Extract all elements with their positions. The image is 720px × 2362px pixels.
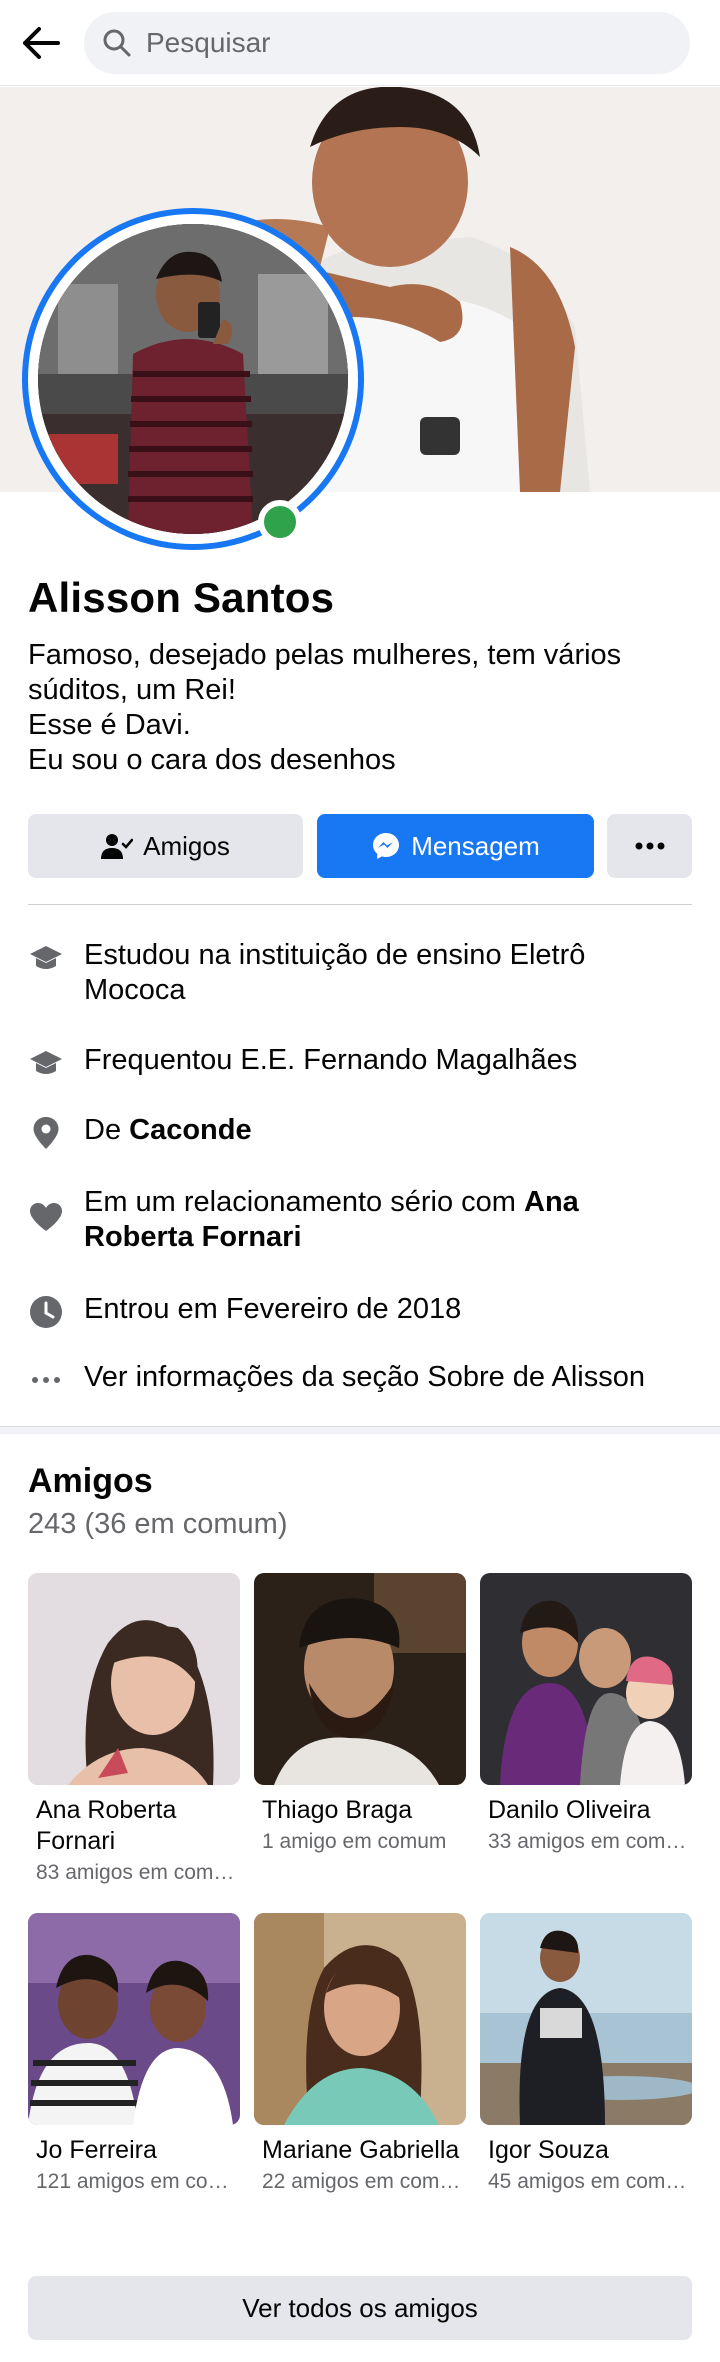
avatar-image [38, 224, 348, 534]
messenger-icon [371, 831, 401, 861]
back-arrow-icon [23, 27, 60, 59]
friend-photo [480, 1913, 692, 2125]
back-button[interactable] [14, 16, 68, 70]
friend-card[interactable]: Thiago Braga 1 amigo em comum [254, 1573, 466, 1854]
profile-bio: Famoso, desejado pelas mulheres, tem vár… [28, 638, 688, 778]
friends-section-title[interactable]: Amigos [28, 1462, 153, 1501]
info-joined-text: Entrou em Fevereiro de 2018 [84, 1293, 462, 1325]
friend-photo [28, 1913, 240, 2125]
avatar [38, 224, 348, 534]
friend-name[interactable]: Mariane Gabriella [254, 2135, 464, 2166]
friend-mutual: 121 amigos em comum [36, 2170, 238, 2193]
about-link[interactable]: Ver informações da seção Sobre de Alisso… [28, 1360, 692, 1398]
friend-name[interactable]: Igor Souza [480, 2135, 690, 2166]
clock-icon [28, 1294, 64, 1330]
info-hometown-text: De Caconde [84, 1113, 252, 1148]
see-all-friends-label: Ver todos os amigos [242, 2292, 478, 2323]
friend-photo [254, 1913, 466, 2125]
friend-name[interactable]: Jo Ferreira [28, 2135, 238, 2166]
friend-card[interactable]: Igor Souza 45 amigos em comum [480, 1913, 692, 2194]
search-input[interactable]: Pesquisar [84, 12, 690, 74]
relationship-prefix: Em um relacionamento sério com [84, 1186, 524, 1218]
bio-line: Famoso, desejado pelas mulheres, tem vár… [28, 639, 622, 671]
friends-button-label: Amigos [143, 830, 230, 861]
friend-name[interactable]: Ana Roberta Fornari [28, 1795, 238, 1857]
info-school: Frequentou E.E. Fernando Magalhães [28, 1043, 692, 1081]
hometown-prefix: De [84, 1114, 130, 1146]
info-hometown: De Caconde [28, 1113, 692, 1151]
friend-card[interactable]: Ana Roberta Fornari 83 amigos em comum [28, 1573, 240, 1885]
location-pin-icon [28, 1115, 64, 1151]
info-education-text: Estudou na instituição de ensino Eletrô … [84, 939, 586, 1006]
divider [28, 904, 692, 905]
friends-button[interactable]: Amigos [28, 814, 303, 878]
info-joined: Entrou em Fevereiro de 2018 [28, 1292, 692, 1330]
ellipsis-icon [28, 1362, 64, 1398]
friend-photo [254, 1573, 466, 1785]
friend-mutual: 33 amigos em comum [488, 1830, 690, 1853]
friend-check-icon [101, 832, 134, 860]
heart-icon [28, 1199, 64, 1235]
friend-card[interactable]: Jo Ferreira 121 amigos em comum [28, 1913, 240, 2194]
info-relationship-text: Em um relacionamento sério com Ana Rober… [84, 1185, 664, 1255]
profile-picture[interactable] [22, 208, 364, 550]
friends-count: 243 (36 em comum) [28, 1508, 288, 1540]
friend-mutual: 45 amigos em comum [488, 2170, 690, 2193]
friend-mutual: 83 amigos em comum [36, 1861, 238, 1884]
bio-line: Esse é Davi. [28, 709, 191, 741]
section-separator [0, 1426, 720, 1434]
friend-photo [28, 1573, 240, 1785]
friend-card[interactable]: Mariane Gabriella 22 amigos em comum [254, 1913, 466, 2194]
info-school-text: Frequentou E.E. Fernando Magalhães [84, 1044, 578, 1076]
info-relationship: Em um relacionamento sério com Ana Rober… [28, 1185, 692, 1255]
ellipsis-icon [635, 842, 664, 850]
bio-line: súditos, um Rei! [28, 674, 236, 706]
graduation-cap-icon [28, 940, 64, 976]
search-placeholder: Pesquisar [146, 27, 271, 58]
message-button[interactable]: Mensagem [317, 814, 594, 878]
graduation-cap-icon [28, 1045, 64, 1081]
message-button-label: Mensagem [411, 830, 540, 861]
bio-line: Eu sou o cara dos desenhos [28, 744, 396, 776]
friend-photo [480, 1573, 692, 1785]
hometown-place[interactable]: Caconde [129, 1114, 251, 1146]
online-status-dot [258, 500, 302, 544]
friend-mutual: 1 amigo em comum [262, 1830, 447, 1853]
see-all-friends-button[interactable]: Ver todos os amigos [28, 2276, 692, 2340]
friend-name[interactable]: Danilo Oliveira [480, 1795, 690, 1826]
more-options-button[interactable] [607, 814, 692, 878]
about-link-text: Ver informações da seção Sobre de Alisso… [84, 1361, 645, 1393]
friend-mutual: 22 amigos em comum [262, 2170, 464, 2193]
friend-name[interactable]: Thiago Braga [254, 1795, 464, 1826]
avatar-border [28, 214, 358, 544]
profile-name: Alisson Santos [28, 574, 335, 621]
top-bar: Pesquisar [0, 0, 720, 86]
friend-card[interactable]: Danilo Oliveira 33 amigos em comum [480, 1573, 692, 1854]
info-education: Estudou na instituição de ensino Eletrô … [28, 938, 692, 1008]
search-icon [103, 29, 131, 57]
